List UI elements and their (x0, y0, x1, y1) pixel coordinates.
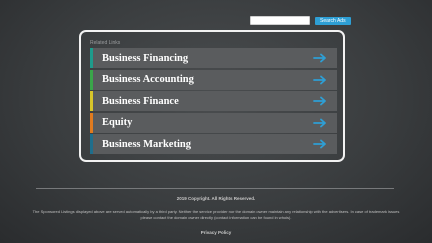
search-ads-button[interactable]: Search Ads (315, 16, 351, 25)
related-link-business-accounting[interactable]: Business Accounting (90, 69, 337, 90)
arrow-right-icon (313, 118, 326, 127)
search-bar: Search Ads (250, 16, 351, 25)
related-link-label: Equity (102, 117, 133, 128)
related-link-label: Business Marketing (102, 138, 191, 150)
sponsored-disclaimer: The Sponsored Listings displayed above a… (32, 209, 400, 220)
related-link-business-financing[interactable]: Business Financing (90, 48, 337, 68)
related-link-equity[interactable]: Equity (90, 112, 337, 133)
related-link-business-marketing[interactable]: Business Marketing (90, 134, 337, 154)
related-link-business-finance[interactable]: Business Finance (90, 91, 337, 111)
related-links-list: Business Financing Business Accounting B… (90, 48, 337, 156)
arrow-right-icon (313, 96, 326, 106)
related-link-label: Business Financing (102, 52, 189, 64)
related-link-label: Business Accounting (102, 74, 194, 85)
related-links-panel: Related Links Business Financing Busines… (79, 30, 345, 162)
privacy-policy-link[interactable]: Privacy Policy (0, 230, 432, 235)
arrow-right-icon (313, 139, 326, 149)
arrow-right-icon (313, 53, 326, 63)
search-input[interactable] (250, 16, 310, 25)
arrow-right-icon (313, 75, 326, 84)
copyright-text: 2019 Copyright. All Rights Reserved. (176, 196, 256, 201)
related-link-label: Business Finance (102, 95, 179, 107)
related-links-heading: Related Links (90, 40, 121, 46)
footer-divider (36, 188, 394, 189)
